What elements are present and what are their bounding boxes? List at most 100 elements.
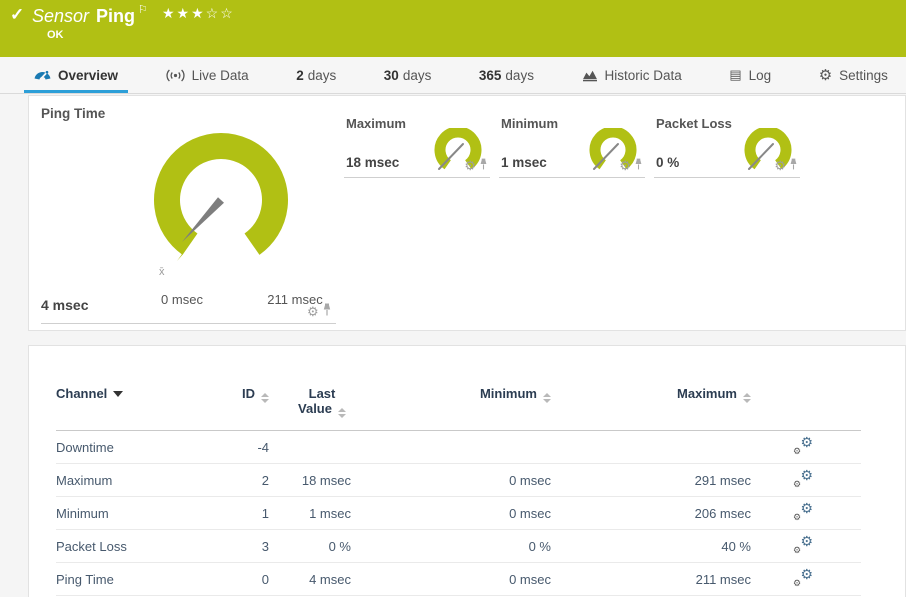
tab-label: days <box>505 68 534 83</box>
column-header-channel[interactable]: Channel <box>56 372 231 431</box>
column-header-id[interactable]: ID <box>231 372 269 431</box>
pin-icon[interactable] <box>479 157 488 175</box>
sensor-header: ✓ Sensor Ping⚐ ★★★☆☆ OK <box>0 0 906 57</box>
ping-time-value: 4 msec <box>41 297 88 313</box>
gauge-icon <box>34 68 51 82</box>
tab-historic-data[interactable]: Historic Data <box>572 57 692 93</box>
last-value: 4 msec <box>269 563 351 596</box>
gear-icon[interactable]: ⚙ <box>307 304 319 320</box>
table-row-packet-loss: Packet Loss 3 0 % 0 % 40 % ⚙⚙ <box>56 530 861 563</box>
broadcast-icon <box>166 69 185 82</box>
sort-icon[interactable] <box>543 393 551 403</box>
channel-table: Channel ID Last Value Minimum Maximum Do… <box>56 372 861 596</box>
pin-icon[interactable] <box>322 303 332 321</box>
table-row-minimum: Minimum 1 1 msec 0 msec 206 msec ⚙⚙ <box>56 497 861 530</box>
mini-gauge-title: Maximum <box>346 116 406 131</box>
channel-id: 0 <box>231 563 269 596</box>
tab-2-days[interactable]: 2 days <box>286 57 346 93</box>
tab-label: days <box>308 68 337 83</box>
column-header-last-value[interactable]: Last Value <box>269 372 351 431</box>
gauge-widget-actions: ⚙ <box>619 157 643 175</box>
gear-icon: ⚙ <box>819 66 832 84</box>
maximum-value: 291 msec <box>551 464 751 497</box>
tab-label: Overview <box>58 68 118 83</box>
channel-name: Ping Time <box>56 563 231 596</box>
tab-number: 2 <box>296 68 304 83</box>
channel-name: Packet Loss <box>56 530 231 563</box>
channel-name: Maximum <box>56 464 231 497</box>
tab-label: Settings <box>839 68 888 83</box>
log-icon: ▤ <box>729 67 741 83</box>
tab-live-data[interactable]: Live Data <box>156 57 259 93</box>
tab-bar: Overview Live Data 2days 30days 365days <box>0 57 906 94</box>
mini-gauge-title: Minimum <box>501 116 558 131</box>
ping-time-gauge <box>141 122 301 274</box>
minimum-value: 0 msec <box>351 497 551 530</box>
sensor-label: Sensor <box>32 6 89 26</box>
status-badge: OK <box>47 29 64 41</box>
minimum-value: 0 msec <box>351 563 551 596</box>
channel-name: Minimum <box>56 497 231 530</box>
table-header-row: Channel ID Last Value Minimum Maximum <box>56 372 861 431</box>
flag-icon[interactable]: ⚐ <box>138 4 148 16</box>
column-header-minimum[interactable]: Minimum <box>351 372 551 431</box>
gauge-widget-actions: ⚙ <box>307 303 332 321</box>
gear-icon[interactable]: ⚙ <box>464 158 476 174</box>
channel-table-panel: Channel ID Last Value Minimum Maximum Do… <box>28 345 906 597</box>
minimum-value: 0 % <box>351 530 551 563</box>
tab-30-days[interactable]: 30 days <box>374 57 442 93</box>
maximum-value: 211 msec <box>551 563 751 596</box>
sort-icon[interactable] <box>261 393 269 403</box>
gauge-widget-actions: ⚙ <box>774 157 798 175</box>
table-row-ping-time: Ping Time 0 4 msec 0 msec 211 msec ⚙⚙ <box>56 563 861 596</box>
tab-number: 30 <box>384 68 399 83</box>
sort-icon[interactable] <box>743 393 751 403</box>
channel-settings-icon[interactable]: ⚙⚙ <box>793 503 813 520</box>
column-header-maximum[interactable]: Maximum <box>551 372 751 431</box>
maximum-value <box>551 431 751 464</box>
channel-settings-icon[interactable]: ⚙⚙ <box>793 437 813 454</box>
tab-label: Live Data <box>192 68 249 83</box>
minimum-value <box>351 431 551 464</box>
minimum-value: 0 msec <box>351 464 551 497</box>
tab-label: Log <box>749 68 772 83</box>
table-row-maximum: Maximum 2 18 msec 0 msec 291 msec ⚙⚙ <box>56 464 861 497</box>
channel-settings-icon[interactable]: ⚙⚙ <box>793 536 813 553</box>
channel-id: 3 <box>231 530 269 563</box>
tab-number: 365 <box>479 68 502 83</box>
sort-icon[interactable] <box>338 408 346 418</box>
column-header-actions <box>751 372 861 431</box>
tab-365-days[interactable]: 365days <box>469 57 544 93</box>
sensor-name: Ping <box>96 6 135 26</box>
sort-desc-icon[interactable] <box>113 391 123 397</box>
last-value <box>269 431 351 464</box>
priority-stars[interactable]: ★★★☆☆ <box>162 5 235 22</box>
channel-settings-icon[interactable]: ⚙⚙ <box>793 569 813 586</box>
main-gauge-title: Ping Time <box>41 106 105 121</box>
packet-loss-value: 0 % <box>656 155 679 170</box>
status-check-icon: ✓ <box>10 5 24 25</box>
overview-gauges-panel: Ping Time x̄ 0 msec 211 msec 4 msec ⚙ Ma… <box>28 95 906 331</box>
channel-id: -4 <box>231 431 269 464</box>
tab-overview[interactable]: Overview <box>24 57 128 93</box>
gauge-widget-actions: ⚙ <box>464 157 488 175</box>
mini-gauge-title: Packet Loss <box>656 116 732 131</box>
maximum-value: 40 % <box>551 530 751 563</box>
tab-log[interactable]: ▤ Log <box>719 57 781 93</box>
gear-icon[interactable]: ⚙ <box>619 158 631 174</box>
tab-label: days <box>403 68 432 83</box>
last-value: 18 msec <box>269 464 351 497</box>
channel-settings-icon[interactable]: ⚙⚙ <box>793 470 813 487</box>
pin-icon[interactable] <box>634 157 643 175</box>
channel-name: Downtime <box>56 431 231 464</box>
average-marker: x̄ <box>159 266 165 278</box>
pin-icon[interactable] <box>789 157 798 175</box>
table-row-downtime: Downtime -4 ⚙⚙ <box>56 431 861 464</box>
channel-id: 1 <box>231 497 269 530</box>
last-value: 1 msec <box>269 497 351 530</box>
tab-settings[interactable]: ⚙ Settings <box>809 57 898 93</box>
mini-gauge-packet-loss: Packet Loss 0 % ⚙ <box>654 112 800 178</box>
gear-icon[interactable]: ⚙ <box>774 158 786 174</box>
gauge-min-label: 0 msec <box>147 292 217 307</box>
last-value: 0 % <box>269 530 351 563</box>
